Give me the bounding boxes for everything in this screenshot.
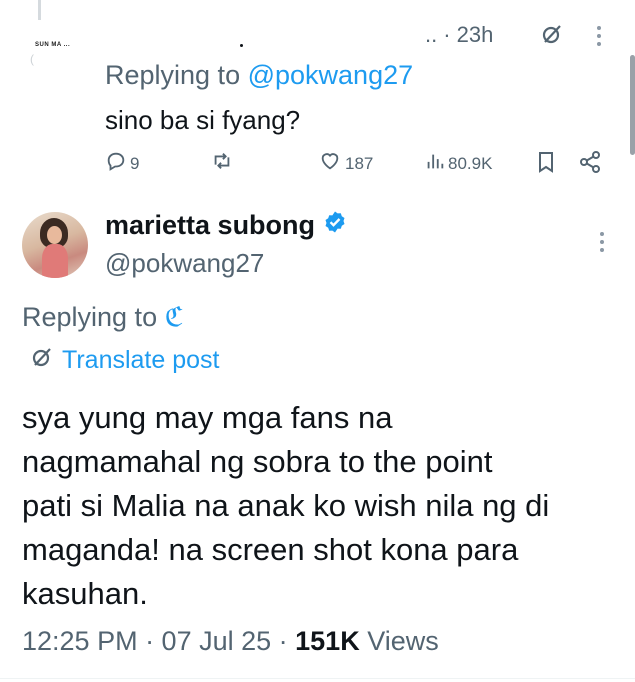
post-body-line: maganda! na screen shot kona para <box>22 532 519 567</box>
reply-button[interactable]: 9 <box>105 150 139 177</box>
grok-icon[interactable] <box>540 22 564 52</box>
post-body-line: pati si Malia na anak ko wish nila ng di <box>22 488 550 523</box>
views-label: Views <box>359 626 439 656</box>
repost-button[interactable] <box>210 150 237 177</box>
like-button[interactable]: 187 <box>318 150 373 177</box>
prev-replying-to: Replying to @pokwang27 <box>105 60 413 91</box>
share-button[interactable] <box>578 150 602 179</box>
views-button[interactable]: 80.9K <box>425 150 492 177</box>
prev-post-meta: .. · 23h <box>425 22 493 48</box>
repost-icon <box>210 150 234 177</box>
author-name[interactable]: marietta subong <box>105 210 315 241</box>
heart-icon <box>318 150 342 177</box>
reply-count: 9 <box>130 153 140 173</box>
prev-author-name[interactable]: SUN MA ... <box>35 42 70 48</box>
post-body-line: sya yung may mga fans na <box>22 400 393 435</box>
main-replying-to: Replying to ℭ <box>22 302 184 333</box>
author-handle[interactable]: @pokwang27 <box>105 248 264 279</box>
bookmark-icon <box>536 150 556 179</box>
more-vertical-icon[interactable] <box>600 232 604 252</box>
thread-connector-line <box>38 0 41 20</box>
translate-icon <box>30 345 54 376</box>
post-body: sya yung may mga fans na nagmamahal ng s… <box>22 396 622 616</box>
author-name-row: marietta subong <box>105 210 347 241</box>
prev-replying-handle[interactable]: @pokwang27 <box>248 60 414 90</box>
avatar[interactable] <box>22 212 88 278</box>
prev-replying-prefix: Replying to <box>105 60 248 90</box>
more-vertical-icon[interactable] <box>597 26 601 46</box>
post-timestamp[interactable]: 12:25 PM · 07 Jul 25 · <box>22 626 295 656</box>
prev-post-actions: 9 187 80.9K <box>100 150 610 180</box>
prev-ellipsis: .. <box>425 22 438 47</box>
like-count: 187 <box>345 153 374 173</box>
prev-post-text: sino ba si fyang? <box>105 105 301 135</box>
scrollbar-thumb[interactable] <box>630 55 635 155</box>
divider <box>0 678 635 679</box>
bookmark-button[interactable] <box>536 150 556 179</box>
prev-post-time[interactable]: · 23h <box>443 22 493 48</box>
translate-label: Translate post <box>62 346 220 374</box>
main-replying-prefix: Replying to <box>22 302 165 332</box>
post-body-line: nagmamahal ng sobra to the point <box>22 444 493 479</box>
views-icon <box>425 150 445 177</box>
verified-badge-icon <box>323 210 347 241</box>
views-count: 80.9K <box>448 153 493 173</box>
prev-avatar-fragment[interactable]: ( <box>30 52 40 66</box>
share-icon <box>578 150 602 179</box>
avatar-face <box>47 226 62 244</box>
prev-author-dot <box>240 44 243 47</box>
post-timestamp-row: 12:25 PM · 07 Jul 25 · 151K Views <box>22 626 439 657</box>
post-body-line: kasuhan. <box>22 576 148 611</box>
main-replying-target[interactable]: ℭ <box>165 302 184 332</box>
reply-icon <box>105 150 127 177</box>
translate-post-button[interactable]: Translate post <box>30 345 219 376</box>
avatar-body <box>42 244 68 278</box>
views-count-main: 151K <box>295 626 360 656</box>
